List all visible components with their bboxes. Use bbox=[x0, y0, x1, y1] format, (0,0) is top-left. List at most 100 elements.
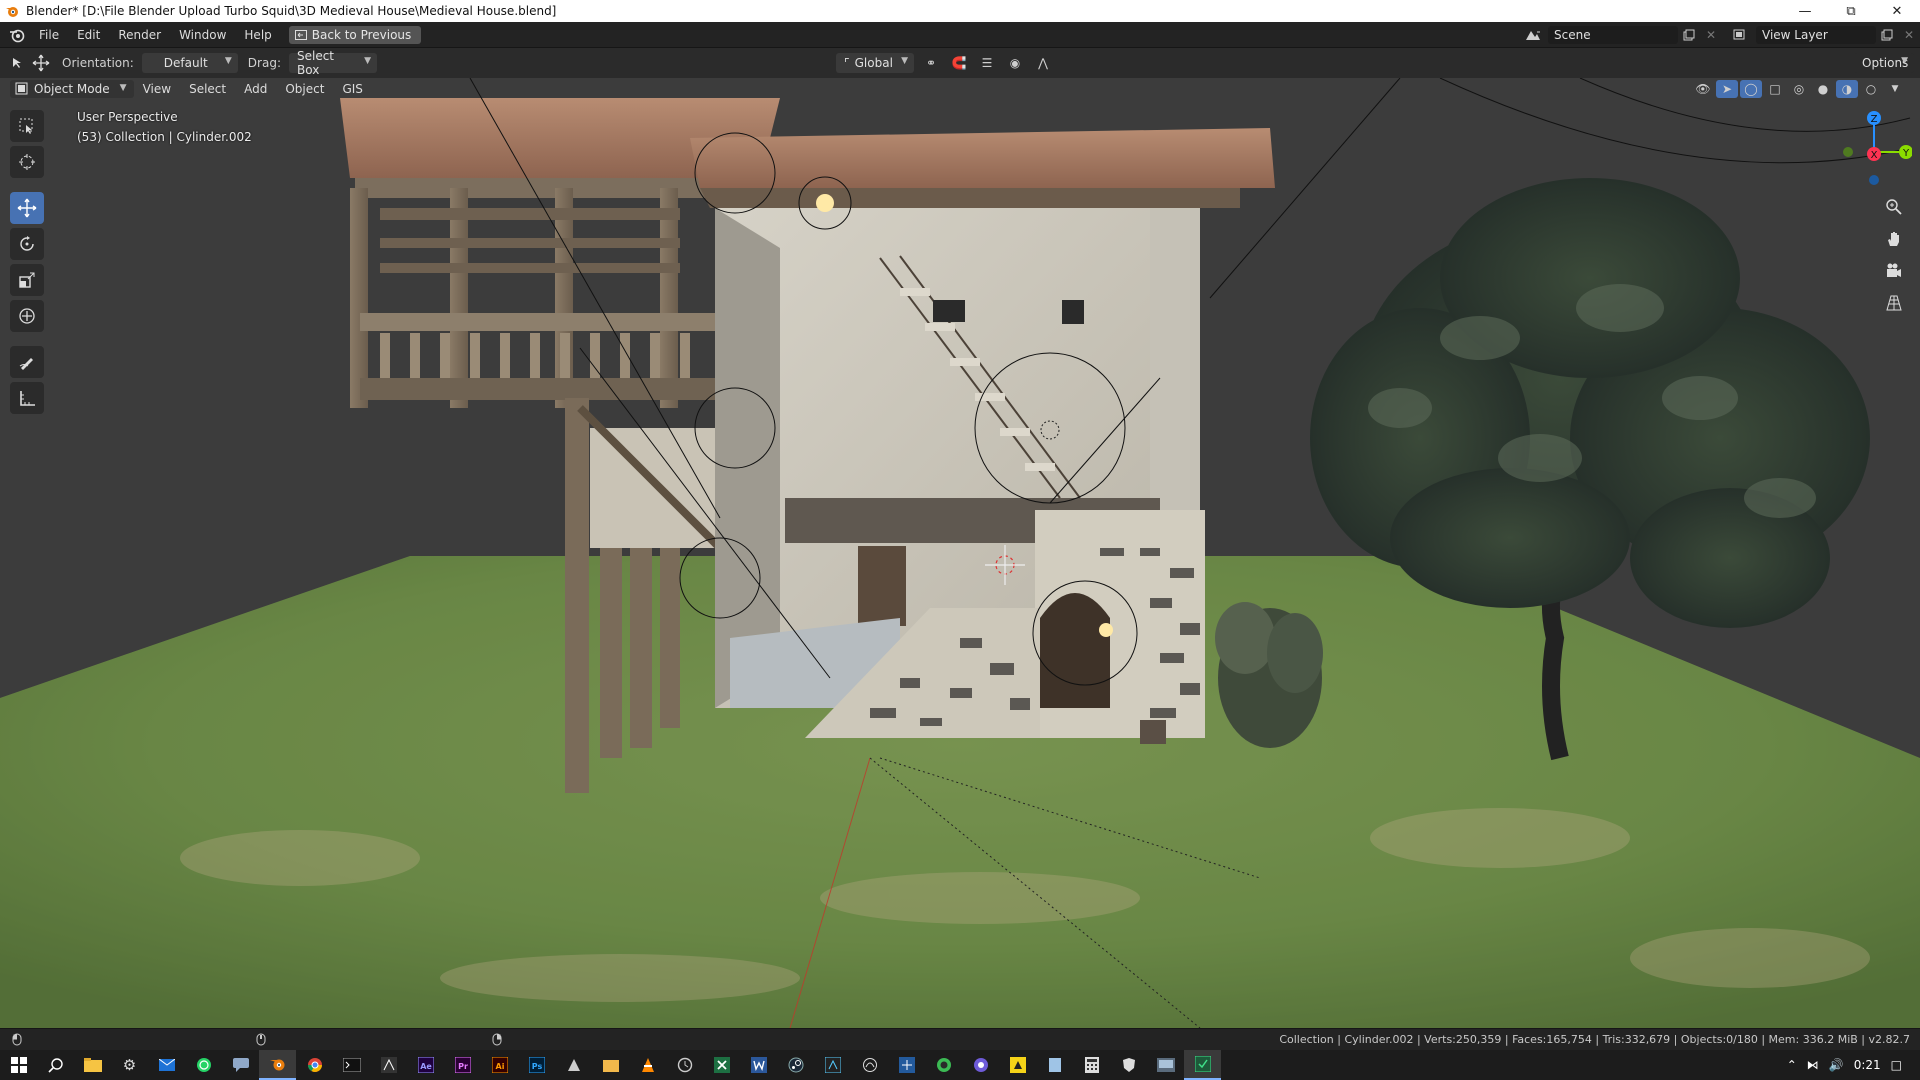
transform-orientation-dropdown[interactable]: ⌜ Global ▼ bbox=[836, 53, 914, 73]
app-icon[interactable] bbox=[814, 1050, 851, 1080]
menu-file[interactable]: File bbox=[30, 22, 68, 48]
minimize-icon[interactable]: — bbox=[1782, 0, 1828, 22]
gizmo-toggle-icon[interactable]: ➤ bbox=[1716, 80, 1738, 98]
volume-icon[interactable]: 🔊 bbox=[1829, 1058, 1844, 1072]
rotate-icon[interactable] bbox=[10, 228, 44, 260]
move-tool-icon[interactable] bbox=[30, 54, 52, 72]
close-icon[interactable]: ✕ bbox=[1874, 0, 1920, 22]
photoshop-icon[interactable]: Ps bbox=[518, 1050, 555, 1080]
mode-dropdown[interactable]: Object Mode ▼ bbox=[10, 80, 134, 98]
svg-text:Pr: Pr bbox=[458, 1062, 468, 1071]
menu-edit[interactable]: Edit bbox=[68, 22, 109, 48]
drag-dropdown[interactable]: Select Box ▼ bbox=[288, 49, 377, 77]
wifi-icon[interactable]: ⧑ bbox=[1807, 1058, 1819, 1072]
falloff-icon[interactable]: ⋀ bbox=[1032, 54, 1054, 72]
app-icon[interactable] bbox=[1147, 1050, 1184, 1080]
viewport-menu-object[interactable]: Object bbox=[276, 82, 333, 96]
app-icon[interactable] bbox=[370, 1050, 407, 1080]
tool-select-icon[interactable] bbox=[8, 54, 30, 72]
snap-icon[interactable]: 🧲 bbox=[948, 54, 970, 72]
visibility-icon[interactable]: 👁 bbox=[1692, 80, 1714, 98]
excel-icon[interactable] bbox=[703, 1050, 740, 1080]
app-icon[interactable] bbox=[1036, 1050, 1073, 1080]
solid-shading-icon[interactable]: ● bbox=[1812, 80, 1834, 98]
app-icon[interactable] bbox=[962, 1050, 999, 1080]
annotate-icon[interactable] bbox=[10, 346, 44, 378]
cursor-icon[interactable] bbox=[10, 146, 44, 178]
app-icon[interactable] bbox=[555, 1050, 592, 1080]
shield-icon[interactable] bbox=[1110, 1050, 1147, 1080]
delete-view-layer-icon[interactable]: ✕ bbox=[1898, 26, 1920, 44]
snap-target-icon[interactable]: ☰ bbox=[976, 54, 998, 72]
blender-icon[interactable] bbox=[259, 1050, 296, 1080]
restore-icon[interactable]: ⧉ bbox=[1828, 0, 1874, 22]
menu-help[interactable]: Help bbox=[235, 22, 280, 48]
search-icon[interactable] bbox=[37, 1050, 74, 1080]
material-shading-icon[interactable]: ◑ bbox=[1836, 80, 1858, 98]
app-icon[interactable] bbox=[888, 1050, 925, 1080]
delete-scene-icon[interactable]: ✕ bbox=[1700, 26, 1722, 44]
vlc-icon[interactable] bbox=[629, 1050, 666, 1080]
illustrator-icon[interactable]: Ai bbox=[481, 1050, 518, 1080]
new-scene-icon[interactable] bbox=[1678, 26, 1700, 44]
zoom-icon[interactable] bbox=[1882, 194, 1906, 220]
file-explorer-icon[interactable] bbox=[74, 1050, 111, 1080]
steam-icon[interactable] bbox=[777, 1050, 814, 1080]
notifications-icon[interactable]: □ bbox=[1891, 1058, 1902, 1072]
viewport-menu-gis[interactable]: GIS bbox=[333, 82, 371, 96]
blender-logo-icon[interactable] bbox=[4, 22, 30, 48]
transform-icon[interactable] bbox=[10, 300, 44, 332]
chrome-icon[interactable] bbox=[296, 1050, 333, 1080]
options-dropdown[interactable]: Options ▼ bbox=[1854, 53, 1914, 73]
windows-start-icon[interactable] bbox=[0, 1050, 37, 1080]
viewport-menu-view[interactable]: View bbox=[134, 82, 180, 96]
proportional-edit-icon[interactable]: ◉ bbox=[1004, 54, 1026, 72]
menu-render[interactable]: Render bbox=[109, 22, 170, 48]
terminal-icon[interactable] bbox=[333, 1050, 370, 1080]
premiere-icon[interactable]: Pr bbox=[444, 1050, 481, 1080]
xray-icon[interactable]: □ bbox=[1764, 80, 1786, 98]
pan-hand-icon[interactable] bbox=[1882, 226, 1906, 252]
mouse-middle-icon bbox=[254, 1033, 268, 1047]
app-icon[interactable] bbox=[999, 1050, 1036, 1080]
move-icon[interactable] bbox=[10, 192, 44, 224]
calculator-icon[interactable] bbox=[1073, 1050, 1110, 1080]
pivot-point-icon[interactable]: ⚭ bbox=[920, 54, 942, 72]
orientation-dropdown[interactable]: Default ▼ bbox=[141, 53, 238, 73]
new-view-layer-icon[interactable] bbox=[1876, 26, 1898, 44]
3d-viewport[interactable]: User Perspective (53) Collection | Cylin… bbox=[0, 78, 1920, 1028]
mail-icon[interactable] bbox=[148, 1050, 185, 1080]
after-effects-icon[interactable]: Ae bbox=[407, 1050, 444, 1080]
select-box-icon[interactable] bbox=[10, 110, 44, 142]
scale-icon[interactable] bbox=[10, 264, 44, 296]
menu-window[interactable]: Window bbox=[170, 22, 235, 48]
measure-icon[interactable] bbox=[10, 382, 44, 414]
overlays-icon[interactable]: ◯ bbox=[1740, 80, 1762, 98]
rendered-shading-icon[interactable]: ○ bbox=[1860, 80, 1882, 98]
settings-icon[interactable]: ⚙ bbox=[111, 1050, 148, 1080]
wireframe-shading-icon[interactable]: ◎ bbox=[1788, 80, 1810, 98]
app-icon[interactable] bbox=[1184, 1050, 1221, 1080]
shading-options-chevron-icon[interactable]: ▼ bbox=[1884, 80, 1906, 98]
folder-icon[interactable] bbox=[592, 1050, 629, 1080]
app-icon[interactable] bbox=[925, 1050, 962, 1080]
navigation-gizmo[interactable]: Z Y X bbox=[1832, 108, 1913, 192]
chevron-up-icon[interactable]: ⌃ bbox=[1787, 1058, 1797, 1072]
clock[interactable]: 0:21 bbox=[1854, 1058, 1881, 1072]
axis-y-label: Y bbox=[1902, 148, 1910, 159]
app-icon[interactable] bbox=[851, 1050, 888, 1080]
perspective-toggle-icon[interactable] bbox=[1882, 290, 1906, 316]
viewport-menu-select[interactable]: Select bbox=[180, 82, 235, 96]
scene-field[interactable]: Scene bbox=[1548, 26, 1678, 44]
view-layer-browse-icon[interactable] bbox=[1730, 26, 1752, 44]
scene-render[interactable] bbox=[0, 78, 1920, 1028]
camera-view-icon[interactable] bbox=[1882, 258, 1906, 284]
view-layer-field[interactable]: View Layer bbox=[1756, 26, 1876, 44]
back-to-previous-button[interactable]: Back to Previous bbox=[288, 25, 422, 44]
chat-icon[interactable] bbox=[222, 1050, 259, 1080]
viewport-menu-add[interactable]: Add bbox=[235, 82, 276, 96]
word-icon[interactable] bbox=[740, 1050, 777, 1080]
scene-browse-icon[interactable] bbox=[1522, 26, 1544, 44]
app-icon[interactable] bbox=[666, 1050, 703, 1080]
whatsapp-icon[interactable] bbox=[185, 1050, 222, 1080]
